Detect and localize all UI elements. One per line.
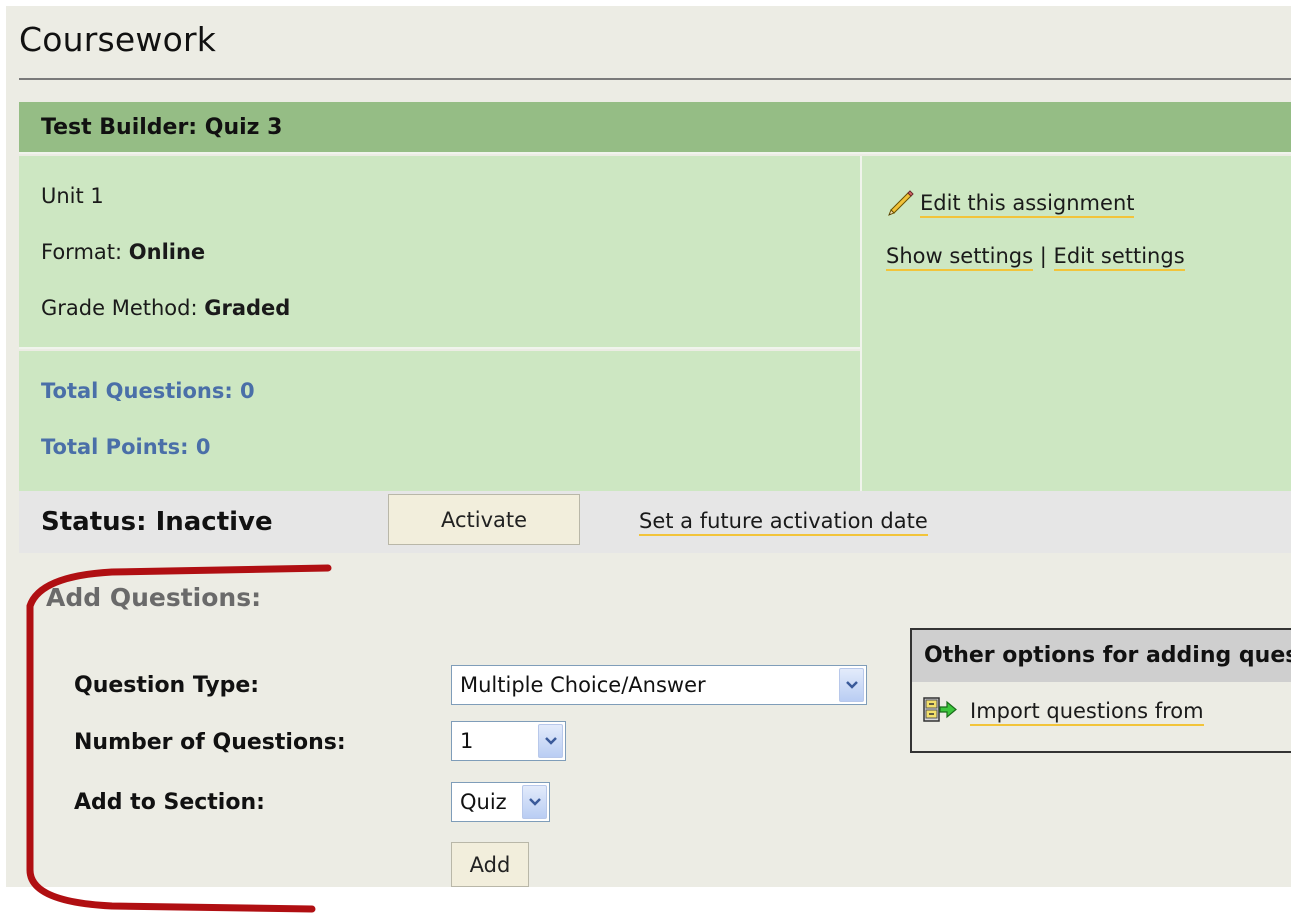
format-value: Online — [128, 240, 206, 264]
other-options-box: Other options for adding questions Impor… — [910, 628, 1291, 753]
question-type-label: Question Type: — [74, 673, 260, 698]
link-separator: | — [1039, 244, 1047, 268]
grade-method-label: Grade Method: — [41, 296, 198, 320]
import-row: Import questions from — [922, 696, 1204, 729]
import-icon — [922, 696, 958, 729]
page-title: Coursework — [19, 20, 217, 59]
number-of-questions-value: 1 — [460, 729, 474, 753]
settings-links: Show settings | Edit settings — [886, 244, 1185, 271]
total-points: Total Points: 0 — [41, 435, 211, 459]
title-divider — [19, 78, 1291, 80]
assignment-info-panel: Unit 1 Format: Online Grade Method: Grad… — [19, 156, 860, 349]
test-builder-title: Test Builder: Quiz 3 — [41, 115, 283, 140]
status-bar: Status: Inactive Activate Set a future a… — [19, 491, 1291, 553]
add-to-section-label: Add to Section: — [74, 790, 265, 815]
total-questions: Total Questions: 0 — [41, 379, 255, 403]
add-to-section-select[interactable]: Quiz — [451, 782, 550, 822]
edit-assignment-link[interactable]: Edit this assignment — [920, 191, 1135, 218]
add-button[interactable]: Add — [451, 842, 529, 887]
show-settings-link[interactable]: Show settings — [886, 244, 1034, 271]
future-activation-link[interactable]: Set a future activation date — [639, 509, 928, 536]
status-label: Status: Inactive — [41, 507, 273, 537]
number-of-questions-label: Number of Questions: — [74, 730, 346, 755]
format-label: Format: — [41, 240, 123, 264]
page: Coursework Test Builder: Quiz 3 Unit 1 F… — [6, 6, 1291, 887]
format-field: Format: Online — [41, 240, 205, 264]
number-of-questions-select[interactable]: 1 — [451, 721, 566, 761]
chevron-down-icon[interactable] — [538, 724, 563, 758]
grade-method-value: Graded — [204, 296, 291, 320]
activate-button[interactable]: Activate — [388, 494, 580, 545]
totals-panel: Total Questions: 0 Total Points: 0 — [19, 351, 860, 491]
other-options-header: Other options for adding questions — [912, 630, 1291, 682]
edit-assignment-row: Edit this assignment — [886, 188, 1135, 221]
add-questions-title: Add Questions: — [46, 583, 262, 612]
assignment-actions-panel: Edit this assignment Show settings | Edi… — [862, 156, 1291, 491]
chevron-down-icon[interactable] — [522, 785, 547, 819]
chevron-down-icon[interactable] — [839, 668, 864, 702]
question-type-value: Multiple Choice/Answer — [460, 673, 706, 697]
unit-label: Unit 1 — [41, 184, 104, 208]
pencil-icon — [886, 188, 914, 221]
import-questions-link[interactable]: Import questions from — [970, 699, 1204, 726]
edit-settings-link[interactable]: Edit settings — [1053, 244, 1185, 271]
grade-method-field: Grade Method: Graded — [41, 296, 290, 320]
test-builder-header: Test Builder: Quiz 3 — [19, 102, 1291, 154]
add-to-section-value: Quiz — [460, 790, 507, 814]
question-type-select[interactable]: Multiple Choice/Answer — [451, 665, 867, 705]
